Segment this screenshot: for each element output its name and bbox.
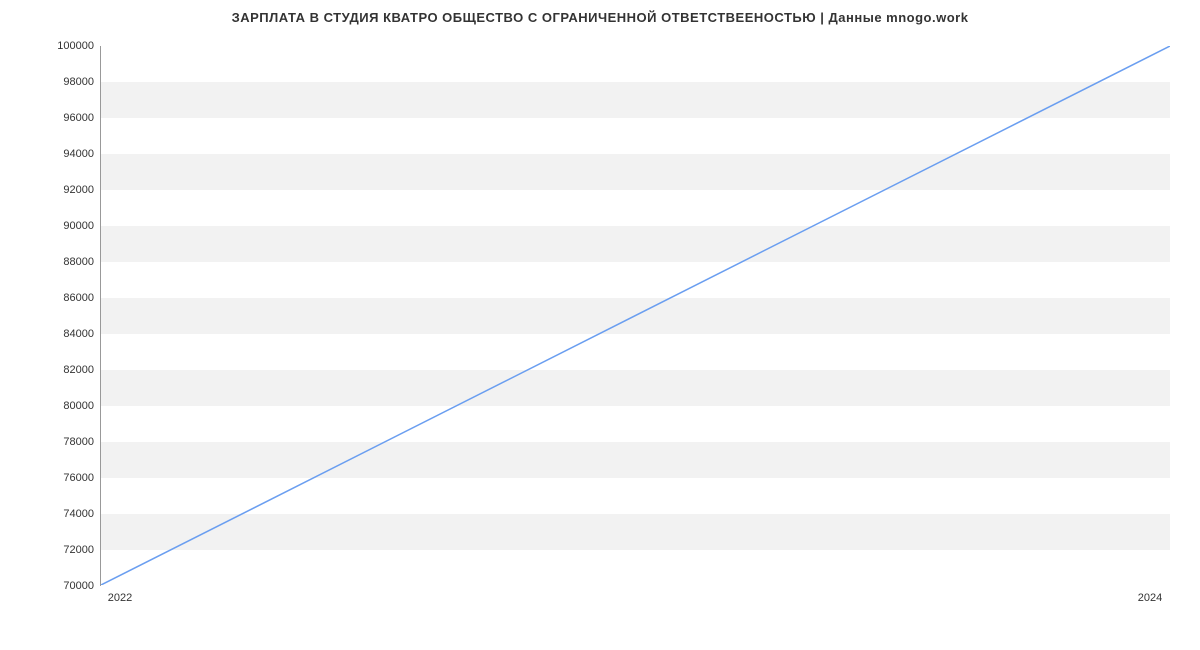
grid-band xyxy=(101,442,1170,478)
chart-title: ЗАРПЛАТА В СТУДИЯ КВАТРО ОБЩЕСТВО С ОГРА… xyxy=(0,10,1200,25)
grid-band xyxy=(101,514,1170,550)
grid-band xyxy=(101,550,1170,586)
y-tick-label: 84000 xyxy=(4,328,94,340)
y-tick-label: 82000 xyxy=(4,364,94,376)
grid-band xyxy=(101,154,1170,190)
x-tick-label: 2024 xyxy=(1138,592,1162,604)
grid-band xyxy=(101,46,1170,82)
grid-band xyxy=(101,82,1170,118)
grid-band xyxy=(101,118,1170,154)
y-tick-label: 92000 xyxy=(4,184,94,196)
y-tick-label: 72000 xyxy=(4,544,94,556)
grid-band xyxy=(101,226,1170,262)
plot-area xyxy=(100,46,1170,586)
y-tick-label: 96000 xyxy=(4,112,94,124)
y-tick-label: 80000 xyxy=(4,400,94,412)
y-tick-label: 78000 xyxy=(4,436,94,448)
y-tick-label: 74000 xyxy=(4,508,94,520)
y-tick-label: 100000 xyxy=(4,40,94,52)
grid-band xyxy=(101,478,1170,514)
y-tick-label: 76000 xyxy=(4,472,94,484)
y-tick-label: 88000 xyxy=(4,256,94,268)
grid-band xyxy=(101,190,1170,226)
grid-band xyxy=(101,298,1170,334)
y-tick-label: 94000 xyxy=(4,148,94,160)
y-tick-label: 98000 xyxy=(4,76,94,88)
y-tick-label: 90000 xyxy=(4,220,94,232)
y-tick-label: 86000 xyxy=(4,292,94,304)
grid-band xyxy=(101,370,1170,406)
grid-band xyxy=(101,334,1170,370)
grid-band xyxy=(101,406,1170,442)
grid-band xyxy=(101,262,1170,298)
y-tick-label: 70000 xyxy=(4,580,94,592)
x-tick-label: 2022 xyxy=(108,592,132,604)
